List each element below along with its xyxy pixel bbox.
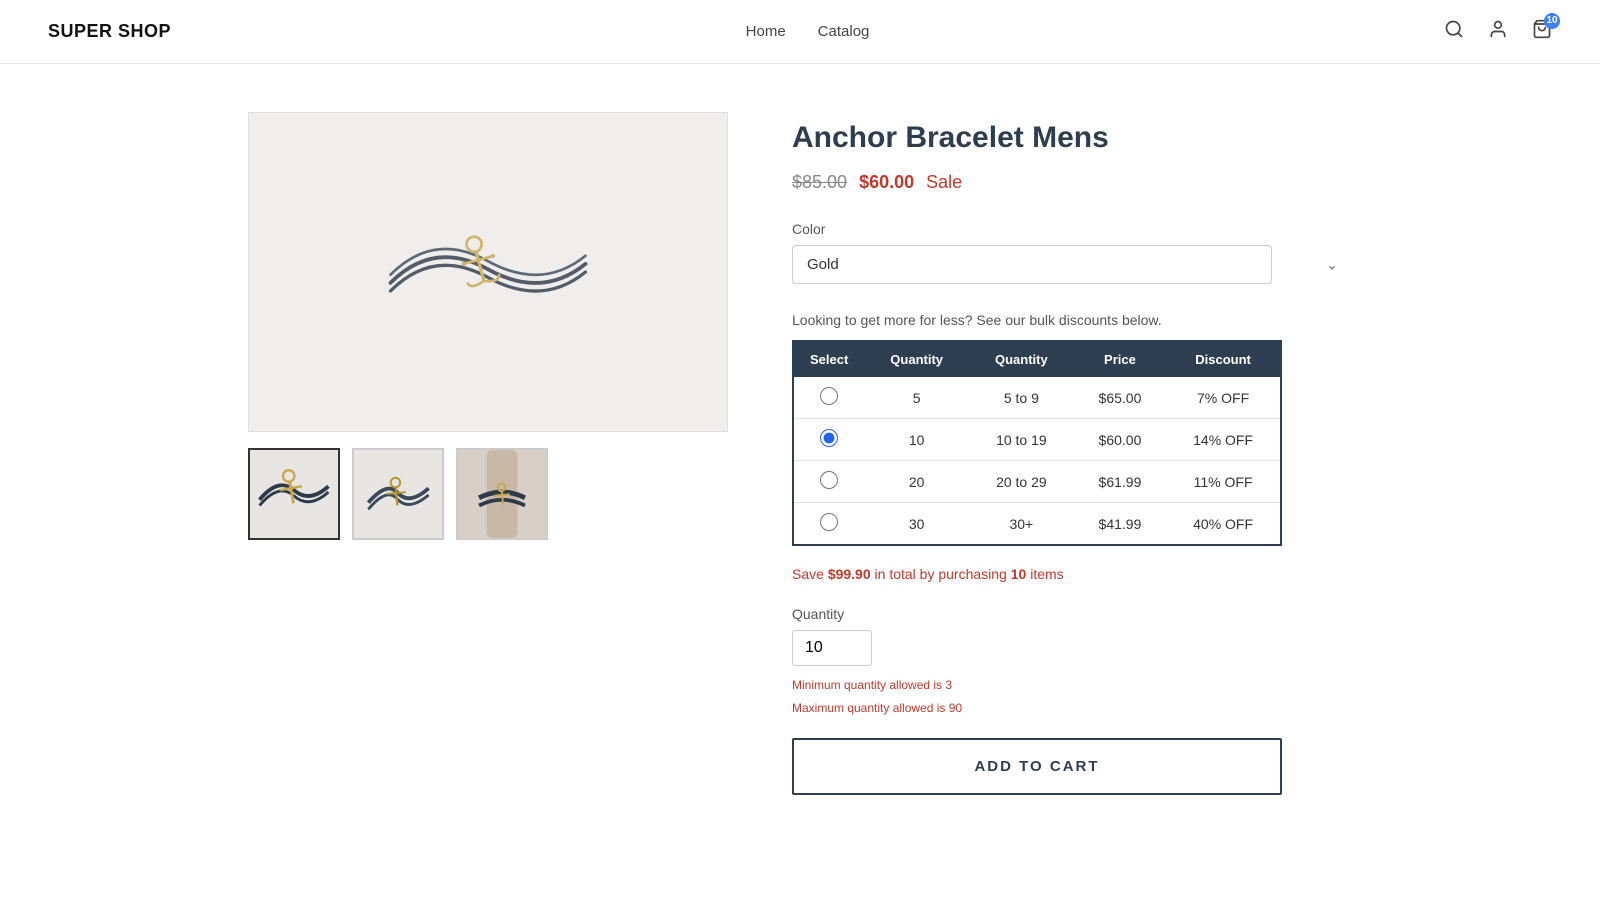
table-header-qty2: Quantity bbox=[969, 341, 1074, 377]
qty-max-message: Maximum quantity allowed is 90 bbox=[792, 699, 1352, 718]
table-row: 20 20 to 29 $61.99 11% OFF bbox=[793, 461, 1281, 503]
quantity-label: Quantity bbox=[792, 606, 1352, 622]
price-cell-1: $60.00 bbox=[1074, 419, 1166, 461]
thumbnail-list bbox=[248, 448, 728, 540]
table-row: 30 30+ $41.99 40% OFF bbox=[793, 503, 1281, 546]
qty-range-cell-2: 20 to 29 bbox=[969, 461, 1074, 503]
nav-catalog[interactable]: Catalog bbox=[818, 23, 870, 40]
bulk-radio-1[interactable] bbox=[820, 429, 838, 447]
table-header-select: Select bbox=[793, 341, 864, 377]
table-row: 5 5 to 9 $65.00 7% OFF bbox=[793, 377, 1281, 419]
savings-amount: $99.90 bbox=[828, 566, 871, 582]
bulk-radio-3[interactable] bbox=[820, 513, 838, 531]
quantity-input-wrapper bbox=[792, 630, 1352, 666]
color-select-wrapper: Gold Silver Black ⌄ bbox=[792, 245, 1352, 284]
savings-text: Save $99.90 in total by purchasing 10 it… bbox=[792, 566, 1352, 582]
header-icons: 10 bbox=[1444, 19, 1552, 45]
qty-cell-0: 5 bbox=[864, 377, 969, 419]
sale-price: $60.00 bbox=[859, 172, 914, 193]
account-button[interactable] bbox=[1488, 19, 1508, 45]
price-row: $85.00 $60.00 Sale bbox=[792, 172, 1352, 193]
cart-button[interactable]: 10 bbox=[1532, 19, 1552, 45]
qty-cell-1: 10 bbox=[864, 419, 969, 461]
search-button[interactable] bbox=[1444, 19, 1464, 45]
discount-cell-1: 14% OFF bbox=[1166, 419, 1281, 461]
discount-cell-0: 7% OFF bbox=[1166, 377, 1281, 419]
table-row: 10 10 to 19 $60.00 14% OFF bbox=[793, 419, 1281, 461]
qty-min-message: Minimum quantity allowed is 3 bbox=[792, 676, 1352, 695]
price-cell-0: $65.00 bbox=[1074, 377, 1166, 419]
color-select[interactable]: Gold Silver Black bbox=[792, 245, 1272, 284]
color-label: Color bbox=[792, 221, 1352, 237]
select-cell-2[interactable] bbox=[793, 461, 864, 503]
main-nav: Home Catalog bbox=[746, 23, 870, 40]
original-price: $85.00 bbox=[792, 172, 847, 193]
nav-home[interactable]: Home bbox=[746, 23, 786, 40]
sale-label: Sale bbox=[926, 172, 962, 193]
discount-cell-3: 40% OFF bbox=[1166, 503, 1281, 546]
discount-cell-2: 11% OFF bbox=[1166, 461, 1281, 503]
table-header-qty1: Quantity bbox=[864, 341, 969, 377]
chevron-down-icon: ⌄ bbox=[1326, 256, 1338, 273]
qty-range-cell-0: 5 to 9 bbox=[969, 377, 1074, 419]
qty-cell-3: 30 bbox=[864, 503, 969, 546]
select-cell-1[interactable] bbox=[793, 419, 864, 461]
table-header-price: Price bbox=[1074, 341, 1166, 377]
savings-post: items bbox=[1026, 566, 1063, 582]
qty-range-cell-1: 10 to 19 bbox=[969, 419, 1074, 461]
price-cell-2: $61.99 bbox=[1074, 461, 1166, 503]
savings-qty: 10 bbox=[1011, 566, 1027, 582]
product-info: Anchor Bracelet Mens $85.00 $60.00 Sale … bbox=[792, 112, 1352, 795]
savings-mid: in total by purchasing bbox=[871, 566, 1011, 582]
qty-cell-2: 20 bbox=[864, 461, 969, 503]
product-images bbox=[248, 112, 728, 795]
savings-pre: Save bbox=[792, 566, 828, 582]
bulk-discount-table: Select Quantity Quantity Price Discount … bbox=[792, 340, 1282, 546]
main-product-image bbox=[248, 112, 728, 432]
select-cell-3[interactable] bbox=[793, 503, 864, 546]
cart-count: 10 bbox=[1544, 13, 1560, 29]
qty-range-cell-3: 30+ bbox=[969, 503, 1074, 546]
quantity-input[interactable] bbox=[792, 630, 872, 666]
price-cell-3: $41.99 bbox=[1074, 503, 1166, 546]
bulk-intro-text: Looking to get more for less? See our bu… bbox=[792, 312, 1352, 328]
thumbnail-2[interactable] bbox=[352, 448, 444, 540]
site-logo: SUPER SHOP bbox=[48, 21, 171, 42]
add-to-cart-button[interactable]: ADD TO CART bbox=[792, 738, 1282, 795]
thumbnail-3[interactable] bbox=[456, 448, 548, 540]
table-header-discount: Discount bbox=[1166, 341, 1281, 377]
bulk-radio-0[interactable] bbox=[820, 387, 838, 405]
thumbnail-1[interactable] bbox=[248, 448, 340, 540]
product-title: Anchor Bracelet Mens bbox=[792, 120, 1352, 156]
bulk-radio-2[interactable] bbox=[820, 471, 838, 489]
select-cell-0[interactable] bbox=[793, 377, 864, 419]
